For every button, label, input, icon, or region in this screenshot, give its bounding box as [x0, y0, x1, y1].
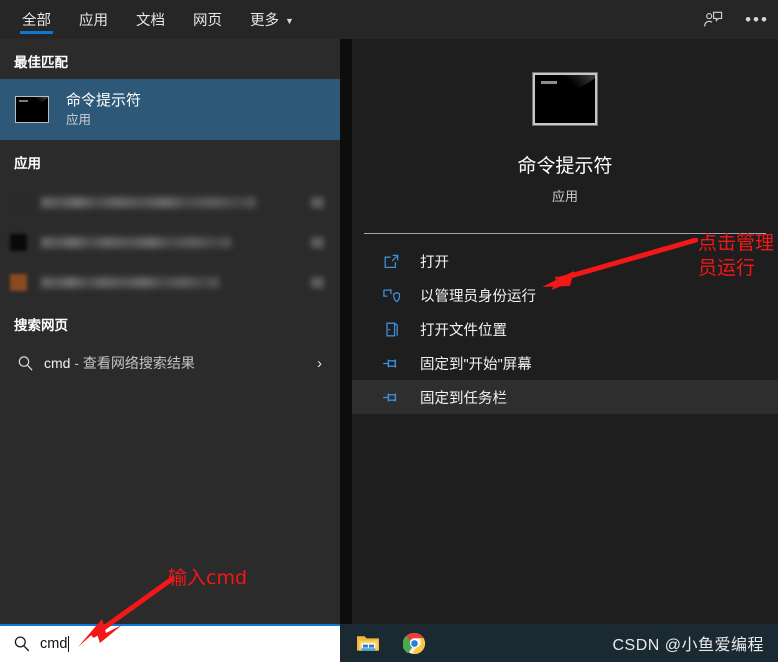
tab-apps-label: 应用 — [79, 13, 108, 29]
chrome-icon[interactable] — [402, 631, 426, 655]
detail-divider — [364, 233, 766, 234]
action-pin-to-start[interactable]: 固定到"开始"屏幕 — [352, 346, 778, 380]
web-search-result[interactable]: cmd - 查看网络搜索结果 › — [0, 342, 340, 384]
search-flyout: 全部 应用 文档 网页 更多 ▼ ••• 最佳匹配 命令提示符 应用 应用 搜索… — [0, 0, 778, 624]
app-icon — [10, 193, 27, 211]
app-title: 命令提示符 — [517, 156, 613, 177]
search-input[interactable]: cmd — [0, 624, 340, 662]
search-body: 最佳匹配 命令提示符 应用 应用 搜索网页 cmd - 查看网络搜索结果 › 命… — [0, 39, 778, 624]
app-detail-pane: 命令提示符 应用 打开 以管理员身份运行 打开文件位置 固定到"开始"屏幕 固定… — [352, 39, 778, 624]
best-match-result[interactable]: 命令提示符 应用 — [0, 79, 340, 140]
action-pin-to-taskbar-label: 固定到任务栏 — [420, 390, 507, 407]
app-icon — [10, 273, 27, 291]
folder-location-icon — [380, 321, 402, 338]
action-run-as-administrator[interactable]: 以管理员身份运行 — [352, 278, 778, 312]
app-icon — [10, 233, 27, 251]
action-open[interactable]: 打开 — [352, 244, 778, 278]
ellipsis-glyph: ••• — [745, 9, 769, 29]
action-pin-to-start-label: 固定到"开始"屏幕 — [420, 356, 532, 373]
filter-tabs: 全部 应用 文档 网页 更多 ▼ — [0, 0, 308, 39]
action-run-as-administrator-label: 以管理员身份运行 — [420, 288, 536, 305]
redacted-label — [41, 236, 231, 248]
action-open-file-location[interactable]: 打开文件位置 — [352, 312, 778, 346]
tab-documents[interactable]: 文档 — [122, 0, 179, 39]
taskbar: cmd CSDN @小鱼爱编程 — [0, 624, 778, 662]
tab-web-label: 网页 — [193, 13, 222, 29]
apps-section-label: 应用 — [14, 156, 41, 171]
search-icon — [12, 355, 38, 372]
search-input-value: cmd — [40, 636, 68, 652]
watermark: CSDN @小鱼爱编程 — [612, 637, 764, 654]
apps-result-list — [0, 180, 340, 302]
header-actions: ••• — [702, 0, 768, 39]
web-search-label: cmd - 查看网络搜索结果 — [44, 353, 317, 373]
pane-divider — [340, 39, 352, 624]
search-header: 全部 应用 文档 网页 更多 ▼ ••• — [0, 0, 778, 39]
app-actions: 打开 以管理员身份运行 打开文件位置 固定到"开始"屏幕 固定到任务栏 — [352, 244, 778, 414]
chevron-down-icon: ▼ — [285, 15, 294, 26]
search-icon — [10, 635, 34, 653]
tab-active-underline — [20, 31, 53, 34]
pin-icon — [380, 356, 402, 371]
text-cursor — [68, 636, 70, 652]
shield-admin-icon — [380, 287, 402, 304]
file-explorer-icon[interactable] — [356, 631, 380, 655]
chevron-right-icon: › — [317, 354, 322, 372]
tab-web[interactable]: 网页 — [179, 0, 236, 39]
taskbar-pinned-items — [340, 631, 426, 655]
results-pane: 最佳匹配 命令提示符 应用 应用 搜索网页 cmd - 查看网络搜索结果 › — [0, 39, 340, 624]
best-match-title: 命令提示符 — [66, 91, 142, 109]
web-search-section-label: 搜索网页 — [14, 318, 68, 333]
list-item[interactable] — [0, 222, 340, 262]
tab-apps[interactable]: 应用 — [65, 0, 122, 39]
pin-icon — [380, 390, 402, 405]
ellipsis-icon[interactable]: ••• — [745, 9, 769, 31]
action-pin-to-taskbar[interactable]: 固定到任务栏 — [352, 380, 778, 414]
redacted-meta — [311, 276, 324, 288]
redacted-meta — [311, 236, 324, 248]
person-feedback-icon[interactable] — [702, 9, 724, 31]
action-open-file-location-label: 打开文件位置 — [420, 322, 507, 339]
list-item[interactable] — [0, 262, 340, 302]
best-match-section-label: 最佳匹配 — [14, 55, 68, 70]
tab-documents-label: 文档 — [136, 13, 165, 29]
tab-all[interactable]: 全部 — [8, 0, 65, 39]
redacted-label — [41, 196, 256, 208]
app-subtitle: 应用 — [551, 189, 578, 204]
redacted-label — [41, 276, 219, 288]
redacted-meta — [311, 196, 324, 208]
web-search-suffix: - 查看网络搜索结果 — [70, 355, 195, 371]
command-prompt-icon — [533, 73, 597, 125]
tab-more[interactable]: 更多 ▼ — [236, 0, 308, 39]
open-window-icon — [380, 253, 402, 270]
best-match-text: 命令提示符 应用 — [66, 91, 141, 129]
tab-all-label: 全部 — [22, 13, 51, 29]
action-open-label: 打开 — [420, 254, 449, 271]
app-preview: 命令提示符 应用 — [352, 39, 778, 205]
best-match-subtitle: 应用 — [66, 112, 92, 127]
web-search-query: cmd — [44, 355, 71, 371]
list-item[interactable] — [0, 182, 340, 222]
command-prompt-icon — [14, 92, 50, 128]
tab-more-label: 更多 — [250, 13, 279, 29]
